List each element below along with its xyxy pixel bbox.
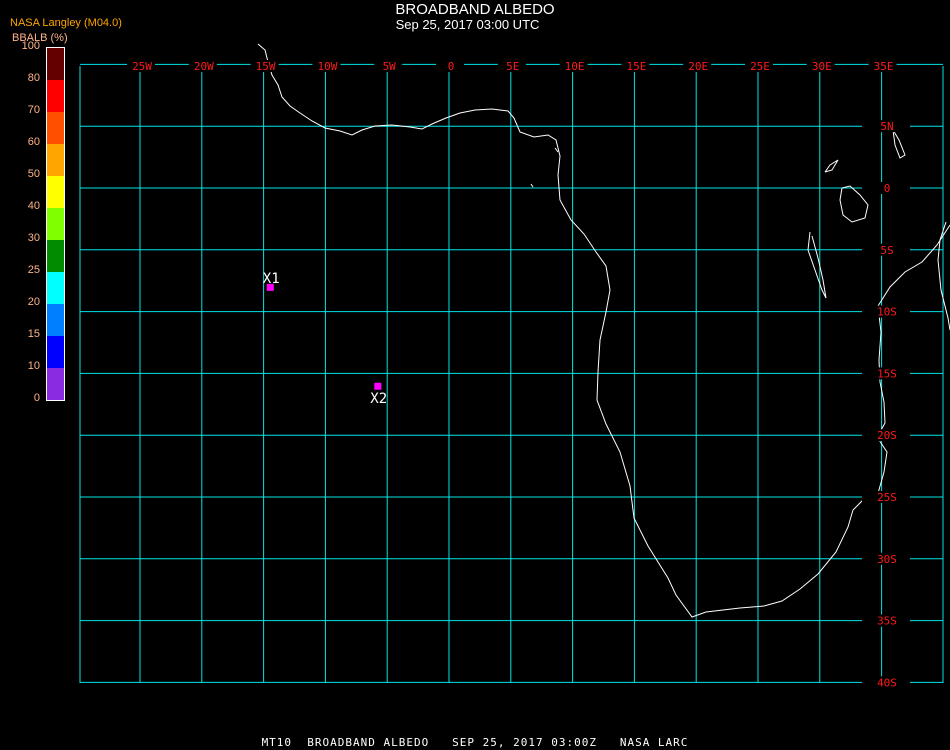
- latitude-label: 40S: [877, 676, 897, 689]
- longitude-label: 5W: [383, 60, 397, 73]
- lake-island-outline: [892, 129, 906, 159]
- coastline: [257, 43, 950, 618]
- lake-island-outline: [530, 183, 534, 188]
- longitude-label: 35E: [874, 60, 894, 73]
- longitude-label: 5E: [506, 60, 519, 73]
- footer-caption: MT10 BROADBAND ALBEDO SEP 25, 2017 03:00…: [261, 736, 689, 749]
- longitude-label: 0: [448, 60, 455, 73]
- lake-island-outline: [807, 231, 827, 299]
- longitude-label: 25W: [132, 60, 152, 73]
- latitude-label: 5S: [880, 244, 893, 257]
- lake-island-outline: [554, 147, 559, 153]
- latitude-label: 30S: [877, 553, 897, 566]
- marker-label: X2: [370, 391, 387, 407]
- longitude-label: 15E: [626, 60, 646, 73]
- longitude-label: 25E: [750, 60, 770, 73]
- latitude-label: 20S: [877, 429, 897, 442]
- latitude-label: 10S: [877, 306, 897, 319]
- latitude-label: 0: [884, 182, 891, 195]
- longitude-label: 10E: [565, 60, 585, 73]
- map-canvas: 25W 20W 15W 10W 5W 0 5E 10E 15E 20E 25E 30E 35E 5N 0 5S…: [79, 43, 950, 689]
- longitude-label: 10W: [317, 60, 337, 73]
- marker-label: X1: [263, 271, 280, 287]
- latitude-label: 15S: [877, 367, 897, 380]
- marker-point: [374, 382, 382, 390]
- latitude-label: 5N: [880, 120, 893, 133]
- latitude-label: 25S: [877, 491, 897, 504]
- lake-island-outline: [937, 221, 950, 331]
- longitude-label: 20E: [688, 60, 708, 73]
- longitude-label: 30E: [812, 60, 832, 73]
- longitude-label: 15W: [256, 60, 276, 73]
- latitude-label: 35S: [877, 615, 897, 628]
- lake-island-outline: [824, 159, 839, 173]
- longitude-label: 20W: [194, 60, 214, 73]
